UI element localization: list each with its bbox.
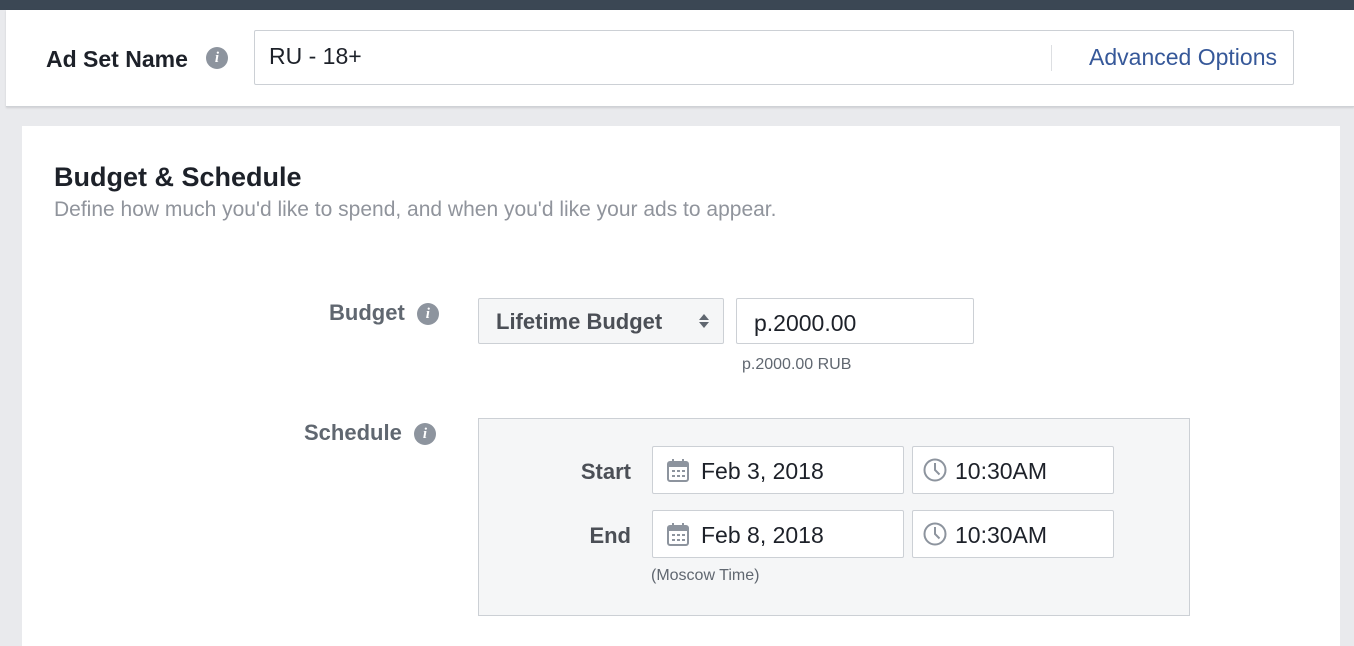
start-date-field[interactable]: Feb 3, 2018 (652, 446, 904, 494)
ad-set-name-input[interactable]: RU - 18+ Advanced Options (254, 30, 1294, 85)
end-time-value: 10:30AM (955, 522, 1048, 548)
clock-icon (923, 522, 947, 546)
info-icon[interactable]: i (416, 303, 439, 326)
end-time-field[interactable]: 10:30AM (912, 510, 1114, 558)
calendar-icon (667, 459, 689, 482)
info-icon[interactable]: i (206, 47, 228, 69)
start-time-value: 10:30AM (955, 458, 1048, 484)
schedule-label: Schedule (304, 420, 402, 445)
budget-helper-text: p.2000.00 RUB (742, 356, 852, 373)
ad-set-name-label-row: Ad Set Name i (46, 46, 228, 73)
schedule-box: Start Feb 3, 2018 10:30AM End Feb 8, 201… (478, 418, 1190, 616)
section-title: Budget & Schedule (54, 162, 302, 192)
start-time-field[interactable]: 10:30AM (912, 446, 1114, 494)
end-date-field[interactable]: Feb 8, 2018 (652, 510, 904, 558)
budget-amount-value: p.2000.00 (754, 310, 857, 336)
start-date-value: Feb 3, 2018 (701, 458, 824, 484)
calendar-icon (667, 523, 689, 546)
ad-set-name-value: RU - 18+ (269, 43, 362, 69)
ad-set-name-label: Ad Set Name (46, 46, 188, 72)
budget-label: Budget (329, 300, 405, 325)
advanced-options-link[interactable]: Advanced Options (1089, 44, 1277, 71)
clock-icon (923, 458, 947, 482)
ad-set-name-bar: Ad Set Name i RU - 18+ Advanced Options (6, 10, 1354, 107)
section-subtitle: Define how much you'd like to spend, and… (54, 198, 777, 221)
budget-type-select[interactable]: Lifetime Budget (478, 298, 724, 344)
budget-label-row: Budget i (329, 300, 439, 326)
start-label: Start (580, 459, 631, 484)
schedule-label-row: Schedule i (304, 420, 436, 446)
top-bar (0, 0, 1354, 10)
end-date-value: Feb 8, 2018 (701, 522, 824, 548)
budget-schedule-card: Budget & Schedule Define how much you'd … (22, 126, 1340, 646)
budget-type-value: Lifetime Budget (496, 309, 663, 334)
timezone-note: (Moscow Time) (651, 567, 760, 584)
sort-caret-icon (699, 311, 709, 331)
divider (1051, 45, 1052, 71)
budget-amount-input[interactable]: p.2000.00 (736, 298, 974, 344)
info-icon[interactable]: i (413, 423, 436, 446)
end-label: End (589, 523, 631, 548)
